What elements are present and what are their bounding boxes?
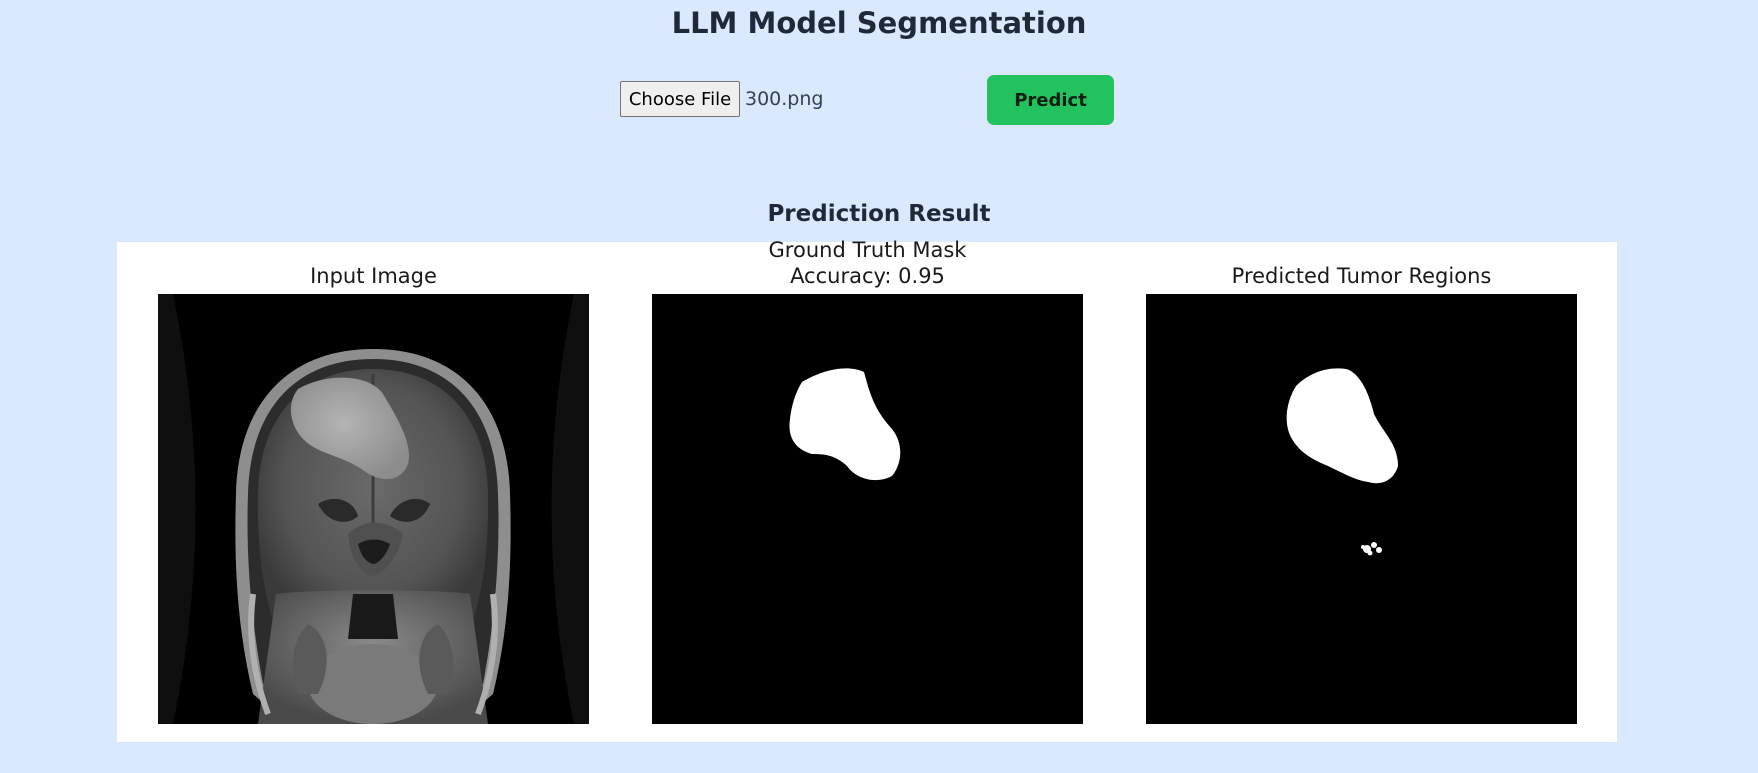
predicted-regions-figure: Predicted Tumor Regions [1146, 242, 1577, 742]
ground-truth-figure: Ground Truth Mask Accuracy: 0.95 [652, 238, 1083, 742]
input-image-figure: Input Image [158, 242, 589, 742]
input-image-caption: Input Image [310, 264, 437, 288]
page-title: LLM Model Segmentation [671, 6, 1087, 40]
choose-file-button[interactable]: Choose File [620, 81, 740, 117]
input-mri-image [158, 294, 589, 724]
predicted-mask-image [1146, 294, 1577, 724]
ground-truth-mask-image [652, 294, 1083, 724]
upload-form: Choose File 300.png Predict [620, 75, 1114, 125]
ground-truth-caption: Ground Truth Mask [768, 238, 967, 262]
prediction-result-heading: Prediction Result [767, 201, 991, 227]
predict-button[interactable]: Predict [987, 75, 1114, 125]
prediction-result-panel: Input Image Ground Truth Mask Accuracy: … [117, 238, 1617, 742]
selected-file-name: 300.png [745, 88, 824, 110]
accuracy-label: Accuracy: 0.95 [790, 264, 945, 288]
predicted-regions-caption: Predicted Tumor Regions [1231, 264, 1492, 288]
